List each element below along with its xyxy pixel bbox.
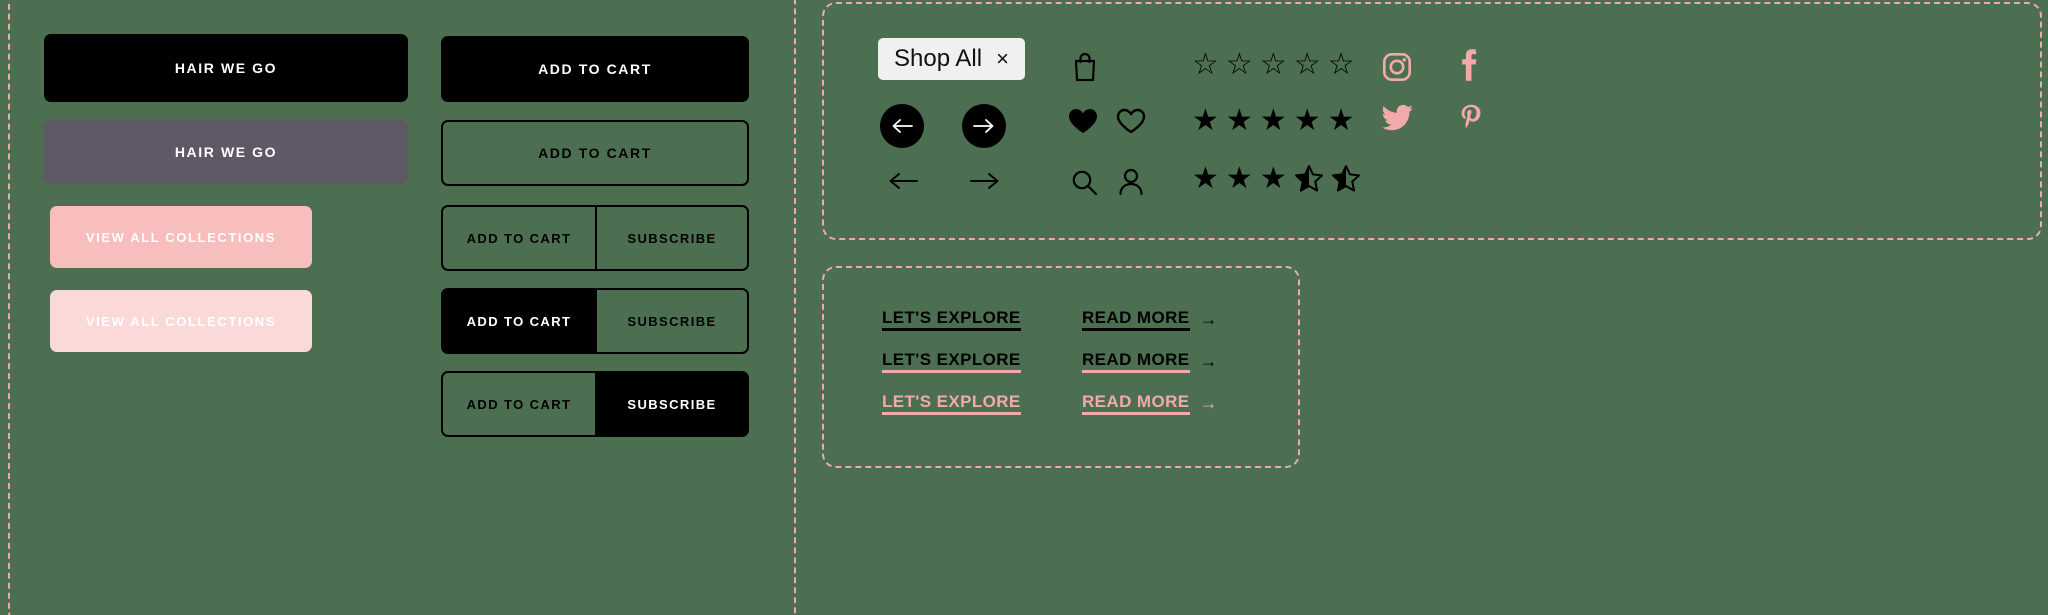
subscribe-segment[interactable]: SUBSCRIBE [595, 290, 747, 352]
link-label: READ MORE [1082, 308, 1190, 331]
add-to-cart-outline-button[interactable]: ADD TO CART [441, 120, 749, 186]
add-to-cart-segment[interactable]: ADD TO CART [443, 373, 595, 435]
hair-we-go-primary-button[interactable]: HAIR WE GO [44, 34, 408, 102]
shopping-bag-icon[interactable] [1072, 52, 1098, 82]
magnifier-glyph [1072, 170, 1098, 196]
carousel-next-circle-button[interactable] [962, 104, 1006, 148]
arrow-right-icon [970, 173, 999, 189]
pinterest-glyph [1461, 104, 1481, 129]
bag-glyph [1074, 52, 1096, 82]
button-label: VIEW ALL COLLECTIONS [85, 229, 277, 245]
user-account-icon[interactable] [1118, 168, 1144, 196]
segment-label: ADD TO CART [466, 313, 572, 329]
arrow-left-icon [889, 173, 918, 189]
lets-explore-link-pink-underline[interactable]: LET'S EXPLORE [882, 350, 1021, 378]
add-to-cart-subscribe-group-plain[interactable]: ADD TO CART SUBSCRIBE [441, 205, 749, 271]
carousel-next-plain-button[interactable] [970, 168, 1000, 194]
read-more-link-pink-underline[interactable]: READ MORE → [1082, 350, 1218, 378]
heart-filled-glyph [1069, 109, 1097, 133]
star-icon[interactable]: ★ [1294, 106, 1321, 136]
subscribe-segment[interactable]: SUBSCRIBE [595, 207, 747, 269]
star-icon[interactable]: ★ [1260, 164, 1287, 200]
twitter-icon[interactable] [1382, 104, 1414, 132]
star-icon[interactable]: ☆ [1328, 50, 1355, 80]
view-all-collections-button-light[interactable]: VIEW ALL COLLECTIONS [50, 290, 312, 352]
segment-label: SUBSCRIBE [627, 313, 717, 329]
facebook-icon[interactable] [1460, 48, 1480, 82]
star-icon[interactable]: ☆ [1260, 50, 1287, 80]
lets-explore-link-pink[interactable]: LET'S EXPLORE [882, 392, 1021, 420]
star-icon[interactable]: ☆ [1192, 50, 1219, 80]
button-label: HAIR WE GO [174, 144, 278, 160]
arrow-right-icon: → [1199, 351, 1218, 371]
rating-stars-empty[interactable]: ☆ ☆ ☆ ☆ ☆ [1192, 50, 1355, 80]
add-to-cart-subscribe-group-right-active[interactable]: ADD TO CART SUBSCRIBE [441, 371, 749, 437]
segment-label: ADD TO CART [466, 230, 572, 246]
star-icon[interactable]: ☆ [1226, 50, 1253, 80]
star-icon[interactable]: ★ [1260, 106, 1287, 136]
read-more-link-pink[interactable]: READ MORE → [1082, 392, 1218, 420]
shop-all-filter-chip[interactable]: Shop All × [878, 38, 1025, 80]
arrow-right-icon: → [1199, 309, 1218, 329]
hair-we-go-secondary-button[interactable]: HAIR WE GO [44, 120, 408, 184]
subscribe-segment[interactable]: SUBSCRIBE [595, 373, 747, 435]
star-icon[interactable]: ★ [1192, 106, 1219, 136]
search-icon[interactable] [1070, 168, 1098, 196]
button-label: ADD TO CART [538, 61, 652, 77]
arrow-right-icon: → [1199, 393, 1218, 413]
arrow-left-icon [892, 119, 913, 133]
button-label: ADD TO CART [538, 145, 652, 161]
heart-filled-icon[interactable] [1068, 108, 1098, 134]
star-half-icon[interactable] [1294, 164, 1324, 200]
pinterest-icon[interactable] [1460, 104, 1482, 134]
star-icon[interactable]: ★ [1192, 164, 1219, 200]
canvas: HAIR WE GO HAIR WE GO VIEW ALL COLLECTIO… [0, 0, 2048, 615]
link-label: READ MORE [1082, 392, 1190, 415]
add-to-cart-solid-button[interactable]: ADD TO CART [441, 36, 749, 102]
lets-explore-link-black[interactable]: LET'S EXPLORE [882, 308, 1021, 336]
add-to-cart-subscribe-group-left-active[interactable]: ADD TO CART SUBSCRIBE [441, 288, 749, 354]
heart-outline-icon[interactable] [1116, 108, 1146, 134]
twitter-bird-glyph [1382, 104, 1413, 131]
star-icon[interactable]: ★ [1328, 106, 1355, 136]
button-label: VIEW ALL COLLECTIONS [85, 313, 277, 329]
read-more-link-black[interactable]: READ MORE → [1082, 308, 1218, 336]
person-glyph [1119, 168, 1143, 196]
close-icon[interactable]: × [996, 48, 1009, 70]
view-all-collections-button[interactable]: VIEW ALL COLLECTIONS [50, 206, 312, 268]
star-icon[interactable]: ★ [1226, 164, 1253, 200]
heart-outline-glyph [1116, 108, 1146, 134]
link-label: LET'S EXPLORE [882, 308, 1021, 331]
rating-stars-full[interactable]: ★ ★ ★ ★ ★ [1192, 106, 1355, 136]
add-to-cart-segment[interactable]: ADD TO CART [443, 207, 595, 269]
link-label: LET'S EXPLORE [882, 392, 1021, 415]
segment-label: SUBSCRIBE [627, 396, 717, 412]
segment-label: SUBSCRIBE [627, 230, 717, 246]
link-label: LET'S EXPLORE [882, 350, 1021, 373]
instagram-glyph [1382, 52, 1412, 82]
segment-label: ADD TO CART [466, 396, 572, 412]
rating-stars-half[interactable]: ★ ★ ★ [1192, 164, 1361, 200]
star-half-glyph [1331, 165, 1360, 192]
instagram-icon[interactable] [1382, 52, 1412, 82]
carousel-prev-circle-button[interactable] [880, 104, 924, 148]
star-half-glyph [1294, 165, 1323, 192]
star-icon[interactable]: ★ [1226, 106, 1253, 136]
carousel-prev-plain-button[interactable] [888, 168, 918, 194]
link-label: READ MORE [1082, 350, 1190, 373]
star-half-icon[interactable] [1331, 164, 1361, 200]
arrow-right-icon [973, 119, 994, 133]
star-icon[interactable]: ☆ [1294, 50, 1321, 80]
facebook-glyph [1462, 49, 1477, 81]
add-to-cart-segment[interactable]: ADD TO CART [443, 290, 595, 352]
button-label: HAIR WE GO [174, 60, 278, 76]
chip-label: Shop All [894, 45, 983, 72]
